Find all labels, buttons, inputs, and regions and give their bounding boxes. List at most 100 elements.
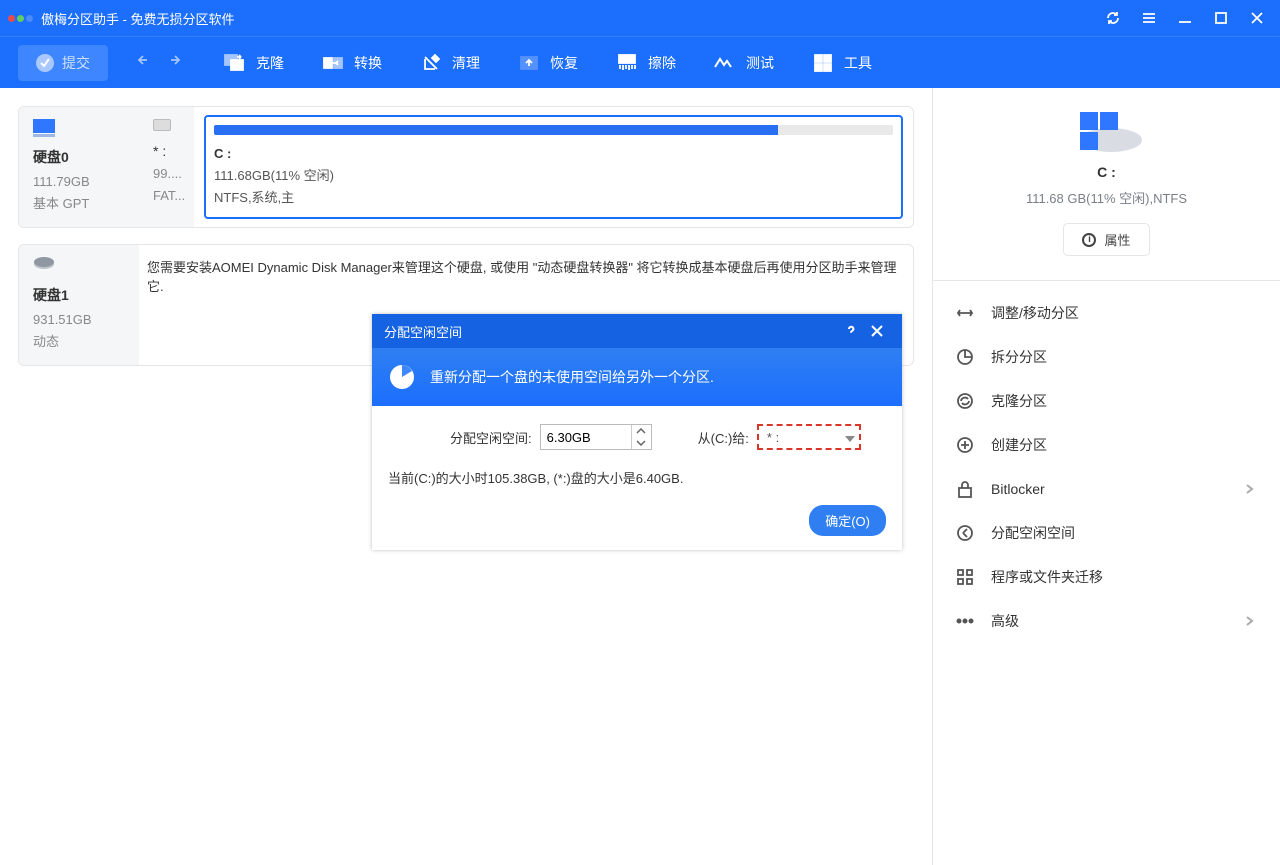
app-title: 傲梅分区助手 - 免费无损分区软件 [41, 9, 235, 28]
refresh-icon[interactable] [1104, 9, 1122, 27]
disk0-size: 111.79GB [33, 171, 125, 193]
dialog-title: 分配空闲空间 [384, 322, 462, 341]
disk1-size: 931.51GB [33, 309, 125, 331]
usage-bar [214, 125, 893, 135]
dialog-banner-text: 重新分配一个盘的未使用空间给另外一个分区. [430, 367, 714, 387]
dialog-help-icon[interactable] [838, 324, 864, 338]
toolbar-label: 测试 [746, 53, 774, 73]
action-label: 调整/移动分区 [991, 303, 1079, 323]
target-partition-combo[interactable]: * : [757, 424, 861, 450]
action-label: 分配空闲空间 [991, 523, 1075, 543]
disk0-unalloc-2: FAT... [153, 185, 180, 207]
toolbar-item-5[interactable]: 测试 [714, 53, 774, 73]
dialog-close-icon[interactable] [864, 325, 890, 337]
properties-label: 属性 [1104, 230, 1130, 249]
action-label: 克隆分区 [991, 391, 1047, 411]
maximize-icon[interactable] [1212, 9, 1230, 27]
action-item-6[interactable]: 程序或文件夹迁移 [933, 555, 1280, 599]
title-bar: 傲梅分区助手 - 免费无损分区软件 [0, 0, 1280, 36]
disk-card-0[interactable]: 硬盘0 111.79GB 基本 GPT * : 99.... FAT... C … [18, 106, 914, 228]
part-fs: NTFS,系统,主 [214, 187, 893, 209]
action-item-2[interactable]: 克隆分区 [933, 379, 1280, 423]
toolbar-label: 擦除 [648, 53, 676, 73]
toolbar: 提交 克隆 转换 清理 恢复 擦除 测试 工具 [0, 36, 1280, 88]
toolbar-item-3[interactable]: 恢复 [518, 53, 578, 73]
properties-button[interactable]: 属性 [1063, 223, 1149, 256]
action-item-7[interactable]: 高级 [933, 599, 1280, 643]
action-label: Bitlocker [991, 481, 1045, 497]
action-icon [955, 303, 975, 323]
size-spinner[interactable] [540, 424, 652, 450]
toolbar-label: 清理 [452, 53, 480, 73]
pie-icon [388, 363, 416, 391]
action-label: 高级 [991, 611, 1019, 631]
action-item-1[interactable]: 拆分分区 [933, 335, 1280, 379]
toolbar-icon [518, 53, 540, 73]
toolbar-item-2[interactable]: 清理 [420, 53, 480, 73]
spin-up-icon[interactable] [632, 425, 651, 437]
action-icon [955, 347, 975, 367]
partition-small-icon [153, 119, 171, 131]
toolbar-icon [714, 53, 736, 73]
field1-label: 分配空闲空间: [450, 428, 532, 447]
action-item-3[interactable]: 创建分区 [933, 423, 1280, 467]
toolbar-icon [322, 53, 344, 73]
toolbar-label: 恢复 [550, 53, 578, 73]
submit-button[interactable]: 提交 [18, 45, 108, 81]
size-input[interactable] [541, 425, 629, 449]
minimize-icon[interactable] [1176, 9, 1194, 27]
toolbar-item-6[interactable]: 工具 [812, 53, 872, 73]
disk1-name: 硬盘1 [33, 285, 125, 305]
redo-icon[interactable] [164, 52, 182, 73]
disk0-name: 硬盘0 [33, 147, 125, 167]
action-icon [955, 523, 975, 543]
allocate-free-space-dialog: 分配空闲空间 重新分配一个盘的未使用空间给另外一个分区. 分配空闲空间: 从(C… [372, 314, 902, 550]
disk0-unalloc-1: 99.... [153, 163, 180, 185]
toolbar-item-1[interactable]: 转换 [322, 53, 382, 73]
chevron-right-icon [1244, 614, 1258, 628]
action-item-4[interactable]: Bitlocker [933, 467, 1280, 511]
action-icon [955, 435, 975, 455]
chevron-down-icon [845, 430, 855, 445]
undo-icon[interactable] [136, 52, 154, 73]
disk-icon [33, 119, 55, 137]
action-item-5[interactable]: 分配空闲空间 [933, 511, 1280, 555]
field2-label: 从(C:)给: [698, 428, 749, 447]
rp-sub: 111.68 GB(11% 空闲),NTFS [943, 188, 1270, 207]
action-icon [955, 567, 975, 587]
checkmark-icon [36, 54, 54, 72]
toolbar-icon [812, 53, 834, 73]
action-label: 程序或文件夹迁移 [991, 567, 1103, 587]
toolbar-icon [420, 53, 442, 73]
action-icon [955, 611, 975, 631]
action-item-0[interactable]: 调整/移动分区 [933, 291, 1280, 335]
combo-value: * : [767, 430, 779, 445]
rp-title: C : [943, 164, 1270, 180]
partition-c[interactable]: C : 111.68GB(11% 空闲) NTFS,系统,主 [204, 115, 903, 219]
toolbar-icon [224, 53, 246, 73]
ok-button[interactable]: 确定(O) [809, 505, 886, 536]
spin-down-icon[interactable] [632, 437, 651, 449]
action-icon [955, 479, 975, 499]
toolbar-item-4[interactable]: 擦除 [616, 53, 676, 73]
disk-icon [33, 257, 55, 275]
toolbar-item-0[interactable]: 克隆 [224, 53, 284, 73]
close-icon[interactable] [1248, 9, 1266, 27]
toolbar-label: 转换 [354, 53, 382, 73]
disk0-unalloc-letter: * : [153, 143, 180, 159]
menu-icon[interactable] [1140, 9, 1158, 27]
partition-large-icon [943, 112, 1270, 148]
info-icon [1082, 233, 1096, 247]
part-letter: C : [214, 143, 893, 165]
right-panel: C : 111.68 GB(11% 空闲),NTFS 属性 调整/移动分区拆分分… [932, 88, 1280, 865]
chevron-right-icon [1244, 482, 1258, 496]
action-label: 拆分分区 [991, 347, 1047, 367]
dialog-status-text: 当前(C:)的大小时105.38GB, (*:)盘的大小是6.40GB. [388, 468, 886, 487]
toolbar-icon [616, 53, 638, 73]
disk1-type: 动态 [33, 331, 125, 353]
disk0-type: 基本 GPT [33, 193, 125, 215]
undo-redo-group [136, 52, 182, 73]
toolbar-label: 克隆 [256, 53, 284, 73]
part-size: 111.68GB(11% 空闲) [214, 165, 893, 187]
toolbar-label: 工具 [844, 53, 872, 73]
